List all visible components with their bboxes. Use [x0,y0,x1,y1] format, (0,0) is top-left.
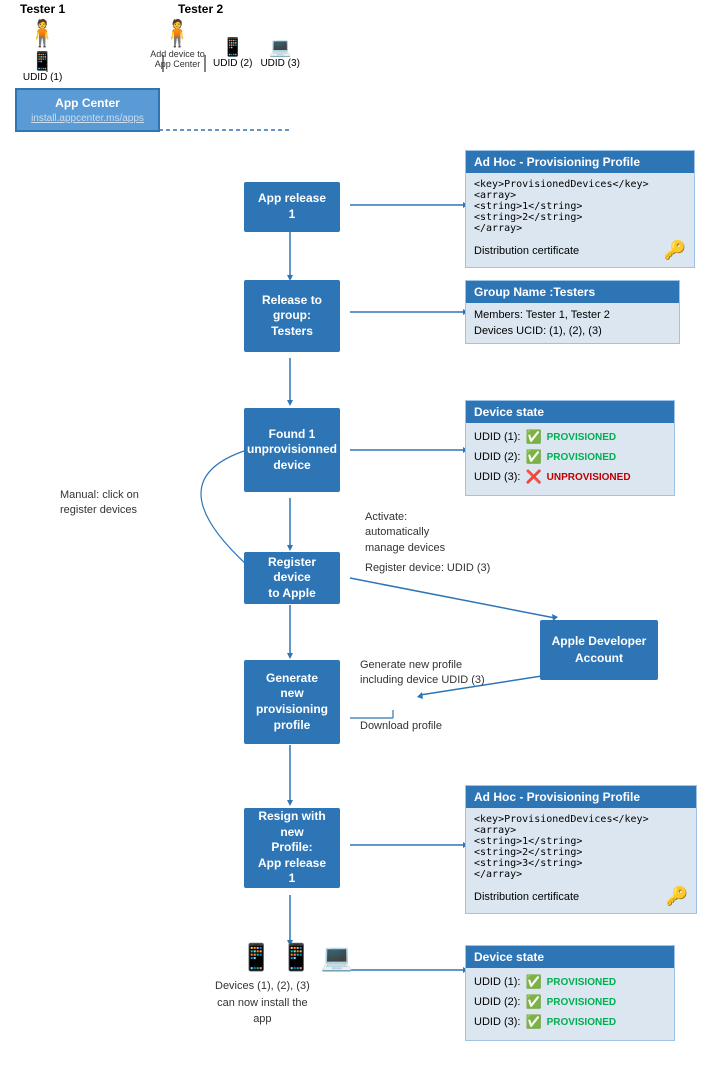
manual-text: Manual: click on register devices [60,489,139,516]
pp2-line3: <string>1</string> [474,836,688,847]
tester1-udid: UDID (1) [23,72,62,83]
pp1-key-icon: 🔑 [664,240,686,261]
tester1-group: Tester 1 🧍 📱 UDID (1) [20,2,65,83]
ds2-udid3-row: UDID (3): ✅ PROVISIONED [474,1014,666,1030]
device-phone1-icon: 📱 [240,942,272,973]
group-devices: Devices UCID: (1), (2), (3) [474,325,671,337]
pp2-key-icon: 🔑 [666,886,688,907]
pp1-line5: </array> [474,223,686,234]
ds1-udid3-cross: ❌ [525,469,541,485]
bottom-text-label: Devices (1), (2), (3) can now install th… [215,980,310,1025]
group-name-panel: Group Name :Testers Members: Tester 1, T… [465,280,680,344]
ds2-udid1-row: UDID (1): ✅ PROVISIONED [474,974,666,990]
pp1-line4: <string>2</string> [474,212,686,223]
ds1-udid2-check: ✅ [525,449,541,465]
register-device-annotation: Register device: UDID (3) [365,562,490,574]
pp2-line6: </array> [474,869,688,880]
app-release-box: App release 1 [244,182,340,232]
ds1-udid3-status: UNPROVISIONED [547,472,631,483]
activate-text: Activate: automatically manage devices [365,511,445,554]
bottom-text: Devices (1), (2), (3) can now install th… [215,978,310,1028]
ds2-udid1-check: ✅ [525,974,541,990]
bottom-devices-group: 📱 📱 💻 [240,942,353,973]
group-name-header: Group Name :Testers [466,281,679,303]
device-state-2-header: Device state [466,946,674,968]
release-to-group-label: Release to group: Testers [262,293,322,340]
apple-dev-label: Apple Developer Account [552,633,647,667]
ds1-udid1-check: ✅ [525,429,541,445]
manual-annotation: Manual: click on register devices [60,488,139,519]
tester1-person-icon: 🧍 [26,18,58,49]
ds1-udid1-status: PROVISIONED [547,432,616,443]
pp2-line4: <string>2</string> [474,847,688,858]
app-center-box: App Center install.appcenter.ms/apps [15,88,160,132]
pp2-line5: <string>3</string> [474,858,688,869]
download-profile-text: Download profile [360,720,442,732]
generate-profile-label: Generate new provisioning profile [254,671,330,733]
pp1-cert-label: Distribution certificate [474,245,579,257]
tester2-tablet-icon: 💻 [269,37,291,58]
ds2-udid1-status: PROVISIONED [547,977,616,988]
device-state-2-panel: Device state UDID (1): ✅ PROVISIONED UDI… [465,945,675,1041]
tester1-label: Tester 1 [20,2,65,16]
download-profile-annotation: Download profile [360,720,442,732]
pp1-line2: <array> [474,190,686,201]
apple-dev-box: Apple Developer Account [540,620,658,680]
ds2-udid3-check: ✅ [525,1014,541,1030]
group-members: Members: Tester 1, Tester 2 [474,309,671,321]
generate-profile-box: Generate new provisioning profile [244,660,340,744]
tester2-label: Tester 2 [178,2,223,16]
register-device-box: Register device to Apple [244,552,340,604]
register-device-text: Register device: UDID (3) [365,562,490,574]
ds1-udid3-row: UDID (3): ❌ UNPROVISIONED [474,469,666,485]
device-tablet-icon: 💻 [321,942,353,973]
diagram-container: Tester 1 🧍 📱 UDID (1) Tester 2 🧍 Add dev… [0,0,709,1066]
register-device-label: Register device to Apple [254,555,330,602]
device-phone2-icon: 📱 [280,942,312,973]
activate-annotation: Activate: automatically manage devices [365,510,445,556]
generate-profile-annotation: Generate new profile including device UD… [360,658,485,689]
ds1-udid1-label: UDID (1): [474,431,520,443]
tester2-group: Tester 2 🧍 Add device to App Center 📱 UD… [150,2,300,69]
ds2-udid2-row: UDID (2): ✅ PROVISIONED [474,994,666,1010]
release-to-group-box: Release to group: Testers [244,280,340,352]
ds2-udid3-label: UDID (3): [474,1016,520,1028]
pp2-line1: <key>ProvisionedDevices</key> [474,814,688,825]
ds2-udid2-check: ✅ [525,994,541,1010]
resign-label: Resign with new Profile: App release 1 [254,809,330,887]
ds2-udid2-status: PROVISIONED [547,997,616,1008]
provisioning-profile-1-panel: Ad Hoc - Provisioning Profile <key>Provi… [465,150,695,268]
provisioning-profile-2-panel: Ad Hoc - Provisioning Profile <key>Provi… [465,785,697,914]
ds1-udid2-row: UDID (2): ✅ PROVISIONED [474,449,666,465]
app-center-title: App Center [27,96,148,110]
ds1-udid2-status: PROVISIONED [547,452,616,463]
found-unprovisioned-box: Found 1 unprovisionned device [244,408,340,492]
pp1-header: Ad Hoc - Provisioning Profile [466,151,694,173]
ds2-udid1-label: UDID (1): [474,976,520,988]
ds2-udid2-label: UDID (2): [474,996,520,1008]
device-state-1-panel: Device state UDID (1): ✅ PROVISIONED UDI… [465,400,675,496]
ds1-udid2-label: UDID (2): [474,451,520,463]
ds2-udid3-status: PROVISIONED [547,1017,616,1028]
pp2-line2: <array> [474,825,688,836]
resign-box: Resign with new Profile: App release 1 [244,808,340,888]
add-device-text: Add device to App Center [150,49,205,69]
app-release-label: App release 1 [254,191,330,222]
app-center-link[interactable]: install.appcenter.ms/apps [31,113,144,124]
pp2-cert-label: Distribution certificate [474,891,579,903]
found-unprovisioned-label: Found 1 unprovisionned device [247,427,337,474]
generate-profile-text: Generate new profile including device UD… [360,659,485,686]
tester2-phone-icon: 📱 [222,37,244,58]
tester1-device-icon: 📱 [31,51,53,72]
pp1-line1: <key>ProvisionedDevices</key> [474,179,686,190]
tester2-person-icon: 🧍 [161,18,193,49]
pp2-header: Ad Hoc - Provisioning Profile [466,786,696,808]
device-state-1-header: Device state [466,401,674,423]
ds1-udid3-label: UDID (3): [474,471,520,483]
ds1-udid1-row: UDID (1): ✅ PROVISIONED [474,429,666,445]
tester2-udid2: UDID (2) [213,58,252,69]
pp1-line3: <string>1</string> [474,201,686,212]
tester2-udid3: UDID (3) [260,58,299,69]
